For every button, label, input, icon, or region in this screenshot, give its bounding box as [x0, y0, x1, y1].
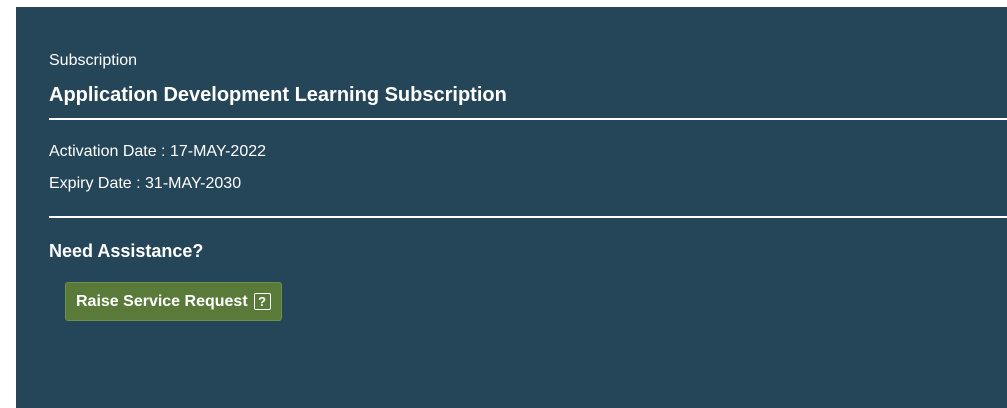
expiry-date: Expiry Date : 31-MAY-2030	[49, 175, 242, 192]
activation-date: Activation Date : 17-MAY-2022	[49, 143, 267, 160]
subscription-panel: Subscription Application Development Lea…	[16, 7, 1007, 408]
assistance-heading: Need Assistance?	[49, 241, 204, 261]
button-label: Raise Service Request	[76, 292, 248, 310]
divider	[49, 216, 1007, 218]
subscription-label: Subscription	[49, 52, 138, 69]
help-icon: ?	[253, 293, 271, 310]
raise-service-request-button[interactable]: Raise Service Request ?	[65, 282, 282, 321]
divider	[49, 118, 1007, 120]
subscription-title: Application Development Learning Subscri…	[49, 84, 507, 106]
